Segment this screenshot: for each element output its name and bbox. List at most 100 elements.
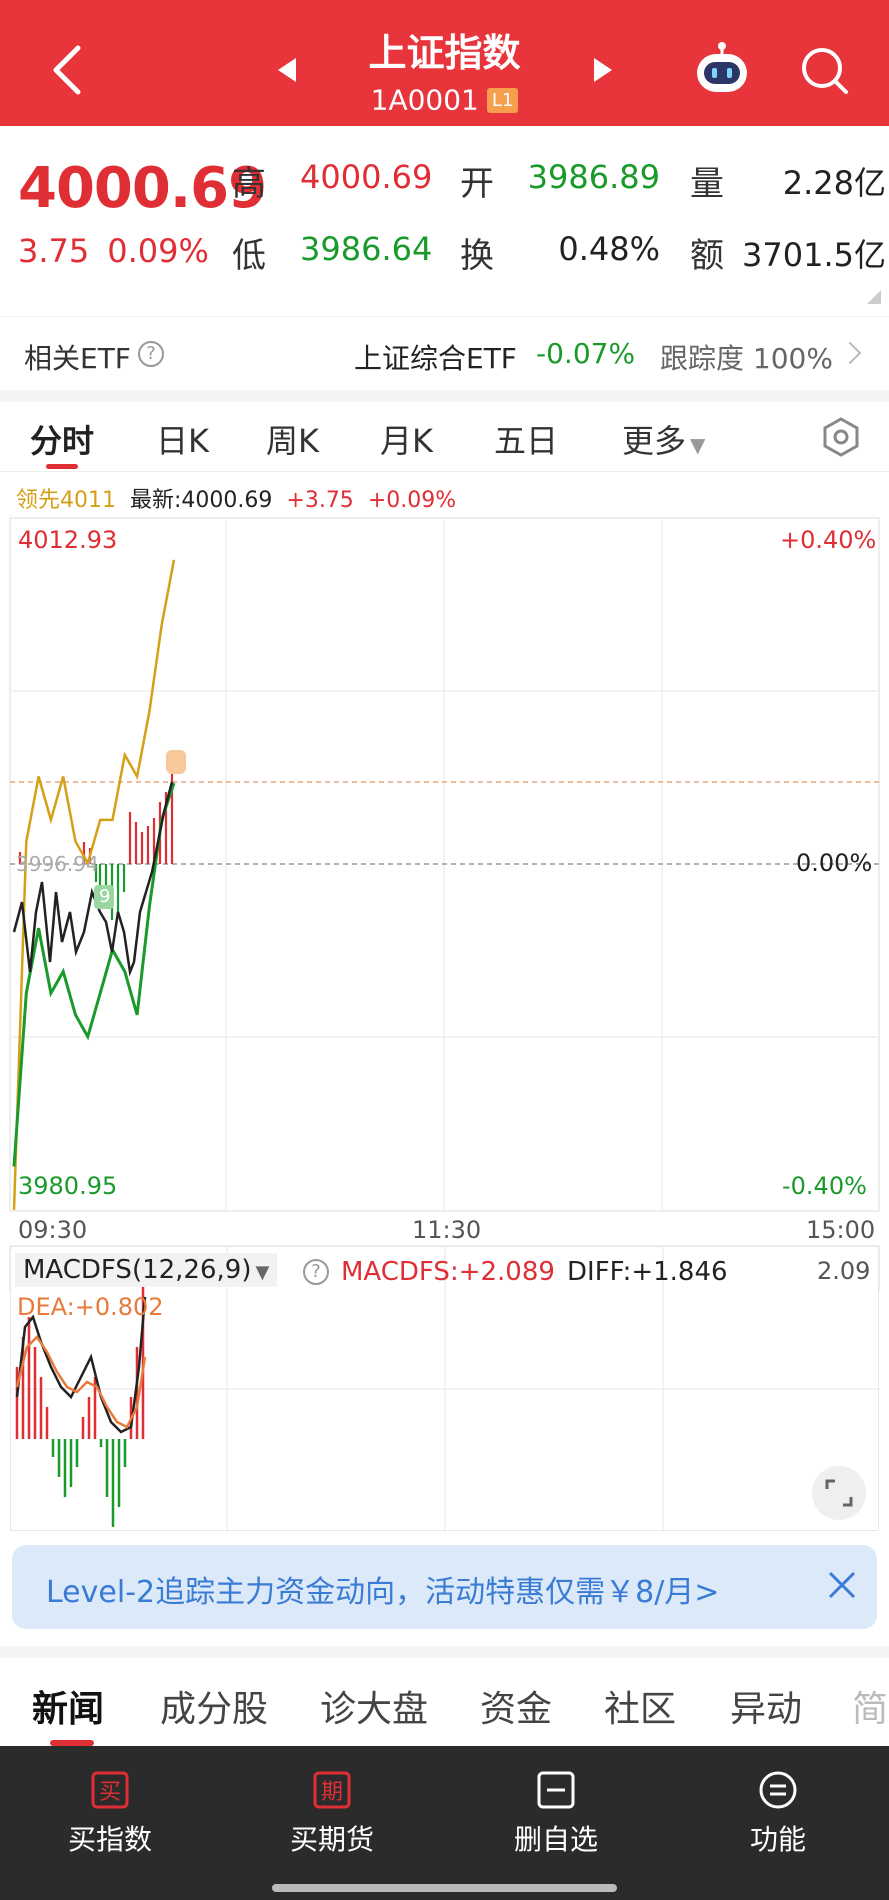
robot-assistant-icon[interactable] [692, 40, 752, 96]
turnover-value: 0.48% [558, 230, 660, 268]
caret-down-icon: ▼ [255, 1262, 270, 1283]
tab-funds[interactable]: 资金 [480, 1680, 552, 1732]
macd-selector[interactable]: MACDFS(12,26,9) ▼ [15, 1253, 278, 1287]
volume-value: 2.28亿 [782, 164, 886, 202]
signal-marker-label: 9 [99, 886, 111, 907]
quote-panel: 4000.69 3.75 0.09% 高 4000.69 低 3986.64 开 … [0, 126, 889, 316]
stock-code: 1A0001 [370, 83, 479, 117]
futures-icon-glyph: 期 [321, 1780, 343, 1805]
pct-axis-top-label: +0.40% [780, 526, 877, 554]
tab-five-day[interactable]: 五日 [494, 416, 558, 462]
dea-value: DEA:+0.802 [17, 1293, 164, 1321]
nav-buy-futures[interactable]: 期 买期货 [252, 1770, 412, 1858]
expand-corner-icon[interactable] [867, 290, 881, 304]
related-etf-row[interactable]: 相关ETF ? 上证综合ETF -0.07% 跟踪度 100% [0, 316, 889, 390]
search-icon[interactable] [798, 44, 850, 96]
price-change-pct: 0.09% [107, 232, 209, 270]
tab-intraday[interactable]: 分时 [30, 416, 94, 462]
pct-axis-bottom-label: -0.40% [782, 1172, 867, 1200]
volume-label: 量 [690, 164, 724, 204]
latest-price: 最新:4000.69 [130, 488, 273, 513]
tab-market-diagnosis[interactable]: 诊大盘 [320, 1680, 428, 1732]
nav-remove-watchlist[interactable]: 删自选 [476, 1770, 636, 1858]
remove-watchlist-icon [537, 1771, 575, 1809]
chevron-right-icon [838, 341, 862, 365]
latest-change: +3.75 [286, 488, 354, 513]
etf-tracking: 跟踪度 100% [660, 342, 833, 375]
nav-buy-index-label: 买指数 [67, 1823, 152, 1856]
futures-icon: 期 [313, 1771, 351, 1809]
x-axis-start-label: 09:30 [18, 1216, 88, 1244]
price-marker [166, 750, 186, 774]
high-label: 高 [232, 164, 266, 204]
promo-text: Level-2追踪主力资金动向，活动特惠仅需￥8/月> [46, 1575, 720, 1610]
home-indicator[interactable] [272, 1884, 617, 1892]
macd-help-icon[interactable]: ? [303, 1259, 329, 1285]
nav-buy-futures-label: 买期货 [289, 1823, 374, 1856]
divider [0, 390, 889, 402]
y-axis-bottom-label: 3980.95 [18, 1172, 118, 1200]
current-price: 4000.69 [18, 156, 267, 221]
macdfs-value: MACDFS:+2.089 [341, 1257, 555, 1287]
amount-label: 额 [690, 236, 724, 276]
nav-functions[interactable]: 功能 [698, 1770, 858, 1858]
y-axis-top-label: 4012.93 [18, 526, 118, 554]
x-axis-end-label: 15:00 [806, 1216, 876, 1244]
buy-icon: 买 [91, 1771, 129, 1809]
chart-tabs: 分时 日K 周K 月K 五日 更多 ▼ [0, 402, 889, 472]
price-change: 3.75 [18, 232, 90, 270]
tab-anomaly[interactable]: 异动 [730, 1680, 802, 1732]
next-stock-icon[interactable] [594, 58, 612, 82]
nav-remove-watchlist-label: 删自选 [513, 1823, 598, 1856]
level-badge: L1 [486, 87, 519, 113]
intraday-chart[interactable]: 4012.93 3980.95 +0.40% 0.00% -0.40% 3996… [0, 512, 889, 1292]
tab-brief[interactable]: 简 [852, 1680, 888, 1732]
bottom-nav: 买 买指数 期 买期货 删自选 功能 [0, 1746, 889, 1900]
prev-close-label: 3996.94 [16, 852, 99, 876]
active-tab-indicator [46, 464, 78, 469]
pct-axis-mid-label: 0.00% [796, 849, 873, 877]
etf-name: 上证综合ETF [354, 342, 517, 375]
latest-change-pct: +0.09% [367, 488, 457, 513]
macd-selector-label: MACDFS(12,26,9) [23, 1255, 252, 1285]
lead-indicator: 领先4011 [16, 488, 116, 513]
low-value: 3986.64 [300, 230, 433, 268]
tab-constituents[interactable]: 成分股 [160, 1680, 268, 1732]
open-label: 开 [460, 164, 494, 204]
average-line [12, 781, 174, 977]
menu-circle-icon [759, 1771, 797, 1809]
tab-weekly-k[interactable]: 周K [266, 416, 319, 462]
etf-change: -0.07% [536, 337, 636, 370]
tab-monthly-k[interactable]: 月K [380, 416, 433, 462]
tab-news[interactable]: 新闻 [32, 1680, 104, 1732]
nav-functions-label: 功能 [749, 1823, 806, 1856]
turnover-label: 换 [460, 236, 494, 276]
open-value: 3986.89 [527, 158, 660, 196]
macd-svg [11, 1247, 880, 1532]
news-tabs: 新闻 成分股 诊大盘 资金 社区 异动 简 [0, 1660, 889, 1746]
macd-max-label: 2.09 [817, 1257, 871, 1285]
stock-code-row: 1A0001 L1 [0, 82, 889, 117]
tab-daily-k[interactable]: 日K [156, 416, 209, 462]
caret-down-icon: ▼ [690, 433, 706, 457]
divider [0, 1646, 889, 1658]
tab-more-label: 更多 [622, 422, 687, 460]
settings-hex-icon[interactable] [820, 416, 862, 458]
x-axis-mid-label: 11:30 [412, 1216, 482, 1244]
fullscreen-icon[interactable] [811, 1465, 867, 1521]
help-icon[interactable]: ? [138, 341, 164, 367]
header-bar: 上证指数 1A0001 L1 [0, 0, 889, 126]
low-label: 低 [232, 236, 266, 276]
lead-line [12, 559, 176, 1210]
high-value: 4000.69 [300, 158, 433, 196]
nav-buy-index[interactable]: 买 买指数 [30, 1770, 190, 1858]
buy-icon-glyph: 买 [99, 1780, 121, 1805]
level2-promo-banner[interactable]: Level-2追踪主力资金动向，活动特惠仅需￥8/月> [12, 1545, 877, 1629]
tab-more[interactable]: 更多 ▼ [622, 416, 705, 462]
chart-legend: 领先4011 最新:4000.69 +3.75 +0.09% [16, 482, 470, 514]
chart-svg [9, 517, 880, 1292]
amount-value: 3701.5亿 [742, 236, 886, 274]
close-icon[interactable] [822, 1565, 862, 1605]
tab-community[interactable]: 社区 [604, 1680, 676, 1732]
price-change-row: 3.75 0.09% [18, 232, 227, 270]
